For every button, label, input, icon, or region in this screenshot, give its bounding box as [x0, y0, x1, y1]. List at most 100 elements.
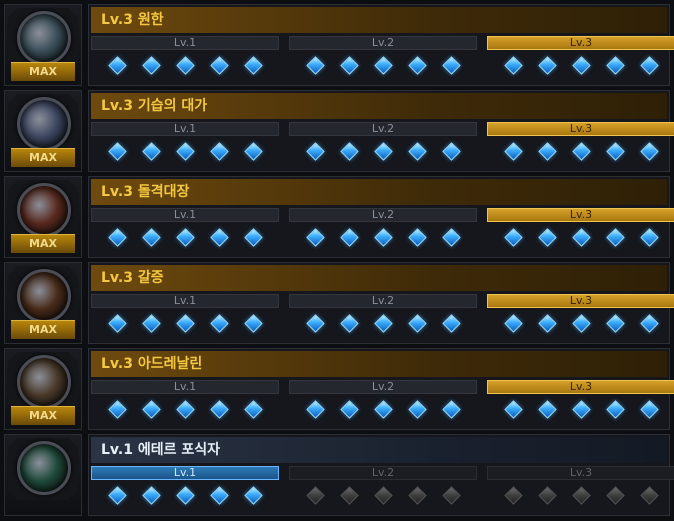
blue-gem-icon — [244, 486, 263, 505]
blue-gem-icon — [210, 142, 229, 161]
blue-gem-icon — [340, 228, 359, 247]
engraving-row[interactable]: MAX Lv.3 원한 Lv.1 Lv.2 Lv.3 — [0, 2, 674, 88]
blue-gem-icon — [210, 400, 229, 419]
blue-gem-icon — [340, 142, 359, 161]
gray-gem-icon — [442, 486, 461, 505]
level-segment: Lv.2 — [289, 466, 477, 480]
blue-gem-icon — [374, 228, 393, 247]
blue-gem-icon — [606, 56, 625, 75]
blue-gem-icon — [142, 142, 161, 161]
blue-gem-icon — [244, 142, 263, 161]
blue-gem-icon — [640, 142, 659, 161]
blue-gem-icon — [108, 400, 127, 419]
max-label: MAX — [11, 320, 75, 339]
blue-gem-icon — [210, 56, 229, 75]
engraving-badge: MAX — [4, 176, 82, 258]
blue-gem-icon — [306, 400, 325, 419]
blue-gem-icon — [306, 142, 325, 161]
blue-gem-icon — [108, 228, 127, 247]
engraving-panel: Lv.3 돌격대장 Lv.1 Lv.2 Lv.3 — [88, 176, 674, 258]
engraving-row[interactable]: MAX Lv.3 돌격대장 Lv.1 Lv.2 Lv.3 — [0, 174, 674, 260]
blue-gem-icon — [176, 314, 195, 333]
blue-gem-icon — [538, 56, 557, 75]
engraving-icon — [17, 11, 71, 65]
gray-gem-icon — [306, 486, 325, 505]
blue-gem-icon — [244, 56, 263, 75]
engraving-icon — [17, 269, 71, 323]
level-segment: Lv.1 — [91, 36, 279, 50]
blue-gem-icon — [572, 314, 591, 333]
blue-gem-icon — [504, 56, 523, 75]
blue-gem-icon — [108, 142, 127, 161]
level-segment: Lv.2 — [289, 294, 477, 308]
level-segment: Lv.3 — [487, 36, 674, 50]
blue-gem-icon — [572, 56, 591, 75]
blue-gem-icon — [210, 314, 229, 333]
engraving-badge: MAX — [4, 262, 82, 344]
engraving-panel: Lv.3 아드레날린 Lv.1 Lv.2 Lv.3 — [88, 348, 674, 430]
level-segment: Lv.2 — [289, 122, 477, 136]
engraving-badge: MAX — [4, 434, 82, 516]
level-segment: Lv.3 — [487, 294, 674, 308]
blue-gem-icon — [442, 228, 461, 247]
level-segment: Lv.1 — [91, 122, 279, 136]
gray-gem-icon — [340, 486, 359, 505]
engraving-title: Lv.3 돌격대장 — [91, 179, 667, 205]
blue-gem-icon — [374, 400, 393, 419]
engraving-row[interactable]: MAX Lv.1 에테르 포식자 Lv.1 Lv.2 Lv.3 — [0, 432, 674, 518]
blue-gem-icon — [176, 400, 195, 419]
blue-gem-icon — [306, 314, 325, 333]
level-segment: Lv.1 — [91, 466, 279, 480]
blue-gem-icon — [142, 400, 161, 419]
blue-gem-icon — [108, 486, 127, 505]
engraving-panel: Lv.3 갈증 Lv.1 Lv.2 Lv.3 — [88, 262, 674, 344]
engraving-title: Lv.3 아드레날린 — [91, 351, 667, 377]
blue-gem-icon — [504, 228, 523, 247]
engraving-badge: MAX — [4, 348, 82, 430]
gray-gem-icon — [408, 486, 427, 505]
max-label: MAX — [11, 62, 75, 81]
blue-gem-icon — [176, 56, 195, 75]
blue-gem-icon — [306, 228, 325, 247]
blue-gem-icon — [504, 400, 523, 419]
engraving-title: Lv.1 에테르 포식자 — [91, 437, 667, 463]
gray-gem-icon — [374, 486, 393, 505]
blue-gem-icon — [640, 400, 659, 419]
engraving-row[interactable]: MAX Lv.3 갈증 Lv.1 Lv.2 Lv.3 — [0, 260, 674, 346]
max-label: MAX — [11, 234, 75, 253]
blue-gem-icon — [142, 486, 161, 505]
blue-gem-icon — [572, 228, 591, 247]
blue-gem-icon — [442, 400, 461, 419]
gray-gem-icon — [538, 486, 557, 505]
gray-gem-icon — [640, 486, 659, 505]
gray-gem-icon — [504, 486, 523, 505]
blue-gem-icon — [640, 314, 659, 333]
gray-gem-icon — [572, 486, 591, 505]
blue-gem-icon — [408, 400, 427, 419]
engraving-row[interactable]: MAX Lv.3 아드레날린 Lv.1 Lv.2 Lv.3 — [0, 346, 674, 432]
engraving-icon — [17, 441, 71, 495]
blue-gem-icon — [538, 228, 557, 247]
blue-gem-icon — [538, 142, 557, 161]
level-segment: Lv.2 — [289, 208, 477, 222]
blue-gem-icon — [504, 142, 523, 161]
blue-gem-icon — [374, 142, 393, 161]
blue-gem-icon — [408, 142, 427, 161]
blue-gem-icon — [606, 142, 625, 161]
blue-gem-icon — [340, 400, 359, 419]
blue-gem-icon — [408, 314, 427, 333]
engraving-icon — [17, 183, 71, 237]
level-segment: Lv.2 — [289, 36, 477, 50]
blue-gem-icon — [142, 56, 161, 75]
blue-gem-icon — [606, 400, 625, 419]
blue-gem-icon — [538, 314, 557, 333]
blue-gem-icon — [504, 314, 523, 333]
level-segment: Lv.1 — [91, 380, 279, 394]
blue-gem-icon — [538, 400, 557, 419]
engraving-row[interactable]: MAX Lv.3 기습의 대가 Lv.1 Lv.2 Lv.3 — [0, 88, 674, 174]
blue-gem-icon — [340, 56, 359, 75]
max-label: MAX — [11, 406, 75, 425]
blue-gem-icon — [210, 228, 229, 247]
blue-gem-icon — [606, 314, 625, 333]
blue-gem-icon — [306, 56, 325, 75]
